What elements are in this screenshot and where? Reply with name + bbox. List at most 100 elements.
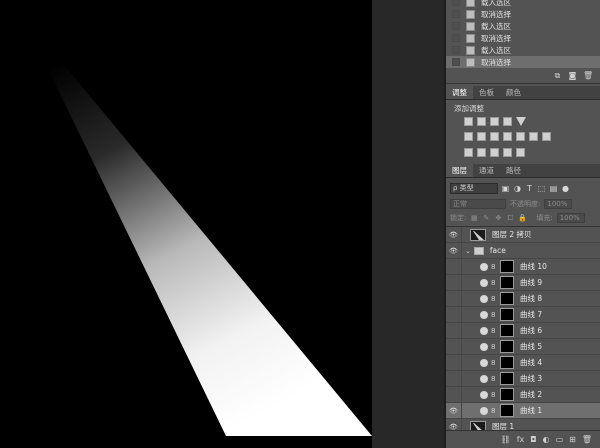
layer-row[interactable]: 8 曲线 7	[446, 306, 600, 323]
layer-filter-select[interactable]: ρ 类型	[450, 182, 498, 194]
lock-image-icon[interactable]: ✎	[482, 214, 490, 222]
layer-row[interactable]: 8 曲线 5	[446, 338, 600, 355]
history-snapshot-checkbox[interactable]	[452, 58, 460, 66]
filter-pixel-icon[interactable]: ▣	[501, 184, 510, 193]
visibility-toggle[interactable]	[446, 274, 462, 291]
tab-channels[interactable]: 通道	[473, 164, 500, 177]
history-item[interactable]: 取消选择	[446, 56, 600, 68]
folder-icon[interactable]: ▭	[556, 435, 564, 444]
new-document-from-state-icon[interactable]: ⧉	[553, 71, 562, 80]
threshold-icon[interactable]	[490, 148, 499, 157]
filter-toggle-icon[interactable]: ●	[561, 184, 570, 193]
layer-mask-thumbnail[interactable]	[500, 404, 514, 417]
chevron-down-icon[interactable]: ⌄	[465, 247, 471, 255]
layer-group-row[interactable]: 👁 ⌄ face	[446, 242, 600, 259]
visibility-toggle[interactable]	[446, 338, 462, 355]
layer-row[interactable]: 8 曲线 2	[446, 386, 600, 403]
black-white-icon[interactable]	[503, 132, 512, 141]
history-item[interactable]: 载入选区	[446, 44, 600, 56]
layer-mask-thumbnail[interactable]	[500, 308, 514, 321]
selective-color-icon[interactable]	[516, 148, 525, 157]
history-snapshot-checkbox[interactable]	[452, 34, 460, 42]
photo-filter-icon[interactable]	[516, 132, 525, 141]
fx-icon[interactable]: fx	[517, 435, 525, 444]
mask-link-icon[interactable]: 8	[491, 375, 497, 383]
layer-mask-thumbnail[interactable]	[500, 292, 514, 305]
invert-icon[interactable]	[464, 148, 473, 157]
filter-type-icon[interactable]: T	[525, 184, 534, 193]
layer-row[interactable]: 8 曲线 6	[446, 322, 600, 339]
layer-mask-thumbnail[interactable]	[500, 260, 514, 273]
exposure-icon[interactable]	[503, 117, 512, 126]
lock-transparent-icon[interactable]: ▦	[470, 214, 478, 222]
adjustment-icon[interactable]: ◐	[543, 435, 550, 444]
tab-adjustments[interactable]: 调整	[446, 86, 473, 99]
new-layer-icon[interactable]: ⊞	[569, 435, 576, 444]
filter-adjustment-icon[interactable]: ◑	[513, 184, 522, 193]
mask-link-icon[interactable]: 8	[491, 359, 497, 367]
layer-row[interactable]: 👁 8 曲线 1	[446, 402, 600, 419]
visibility-toggle[interactable]	[446, 306, 462, 323]
fill-field[interactable]: 100%	[556, 213, 585, 223]
eye-icon[interactable]: 👁	[446, 226, 462, 243]
history-item[interactable]: 载入选区	[446, 0, 600, 8]
mask-link-icon[interactable]: 8	[491, 295, 497, 303]
hue-saturation-icon[interactable]	[477, 132, 486, 141]
layer-mask-thumbnail[interactable]	[500, 388, 514, 401]
eye-icon[interactable]: 👁	[446, 242, 462, 259]
opacity-field[interactable]: 100%	[544, 199, 573, 209]
history-item[interactable]: 取消选择	[446, 32, 600, 44]
layer-mask-thumbnail[interactable]	[500, 276, 514, 289]
layer-mask-thumbnail[interactable]	[500, 372, 514, 385]
lock-artboard-icon[interactable]: ⧠	[506, 214, 514, 222]
mask-link-icon[interactable]: 8	[491, 407, 497, 415]
posterize-icon[interactable]	[477, 148, 486, 157]
layer-mask-thumbnail[interactable]	[500, 324, 514, 337]
brightness-icon[interactable]	[464, 117, 473, 126]
visibility-toggle[interactable]	[446, 290, 462, 307]
lock-all-icon[interactable]: 🔒	[518, 214, 527, 222]
history-item[interactable]: 载入选区	[446, 20, 600, 32]
lock-position-icon[interactable]: ✥	[494, 214, 502, 222]
color-balance-icon[interactable]	[490, 132, 499, 141]
mask-link-icon[interactable]: 8	[491, 279, 497, 287]
tab-paths[interactable]: 路径	[500, 164, 527, 177]
history-snapshot-checkbox[interactable]	[452, 46, 460, 54]
trash-icon[interactable]: 🗑	[582, 435, 592, 444]
visibility-toggle[interactable]	[446, 370, 462, 387]
camera-icon[interactable]: ◙	[568, 71, 577, 80]
layer-row[interactable]: 8 曲线 10	[446, 258, 600, 275]
levels-icon[interactable]	[477, 117, 486, 126]
tab-color[interactable]: 颜色	[500, 86, 527, 99]
mask-link-icon[interactable]: 8	[491, 311, 497, 319]
tab-layers[interactable]: 图层	[446, 164, 473, 177]
document-canvas[interactable]	[0, 0, 372, 448]
layer-mask-thumbnail[interactable]	[500, 356, 514, 369]
filter-smart-object-icon[interactable]: ▤	[549, 184, 558, 193]
tab-swatches[interactable]: 色板	[473, 86, 500, 99]
history-snapshot-checkbox[interactable]	[452, 22, 460, 30]
history-snapshot-checkbox[interactable]	[452, 10, 460, 18]
trash-icon[interactable]: 🗑	[583, 71, 593, 80]
layer-mask-thumbnail[interactable]	[500, 340, 514, 353]
layer-row[interactable]: 8 曲线 9	[446, 274, 600, 291]
layer-thumbnail[interactable]	[470, 228, 486, 241]
layer-row[interactable]: 8 曲线 3	[446, 370, 600, 387]
eye-icon[interactable]: 👁	[446, 402, 462, 419]
gradient-triangle-icon[interactable]	[516, 117, 526, 126]
mask-link-icon[interactable]: 8	[491, 327, 497, 335]
visibility-toggle[interactable]	[446, 322, 462, 339]
vibrance-icon[interactable]	[464, 132, 473, 141]
mask-link-icon[interactable]: 8	[491, 343, 497, 351]
history-snapshot-checkbox[interactable]	[452, 0, 460, 6]
layer-row[interactable]: 8 曲线 4	[446, 354, 600, 371]
visibility-toggle[interactable]	[446, 386, 462, 403]
layer-row[interactable]: 👁 图层 2 拷贝	[446, 226, 600, 243]
layer-row[interactable]: 8 曲线 8	[446, 290, 600, 307]
visibility-toggle[interactable]	[446, 258, 462, 275]
curves-icon[interactable]	[490, 117, 499, 126]
gradient-map-icon[interactable]	[503, 148, 512, 157]
blend-mode-select[interactable]: 正常	[450, 199, 506, 209]
channel-mixer-icon[interactable]	[529, 132, 538, 141]
mask-link-icon[interactable]: 8	[491, 391, 497, 399]
